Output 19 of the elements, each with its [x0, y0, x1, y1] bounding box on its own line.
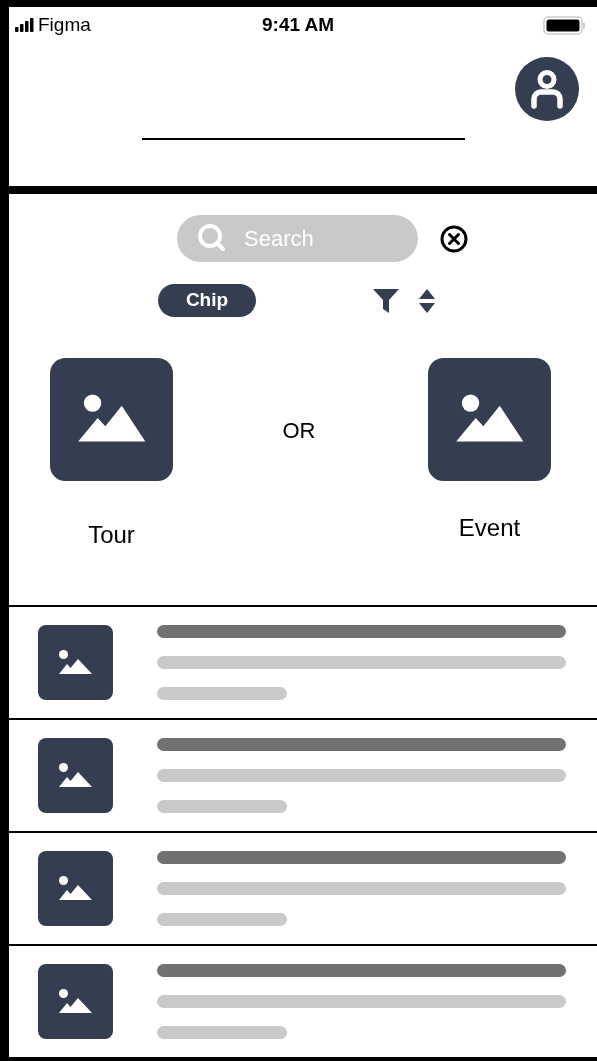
carrier-name: Figma: [38, 12, 91, 37]
clear-icon[interactable]: [439, 223, 469, 254]
battery-icon: [543, 15, 585, 35]
avatar-icon[interactable]: [515, 57, 579, 121]
image-icon: [38, 625, 113, 700]
event-option-label[interactable]: Event: [458, 510, 521, 546]
image-icon: [38, 738, 113, 813]
image-icon: [38, 964, 113, 1039]
search-icon: [197, 223, 227, 253]
or-separator: OR: [281, 417, 317, 445]
signal-icon: [15, 18, 35, 32]
sort-icon[interactable]: [418, 287, 436, 314]
tour-image-icon: [50, 358, 173, 481]
clock-time: 9:41 AM: [262, 12, 335, 37]
event-image-icon: [428, 358, 551, 481]
filter-icon[interactable]: [372, 287, 400, 314]
filter-chip[interactable]: Chip: [158, 284, 256, 317]
image-icon: [38, 851, 113, 926]
tour-option-label[interactable]: Tour: [88, 517, 135, 553]
